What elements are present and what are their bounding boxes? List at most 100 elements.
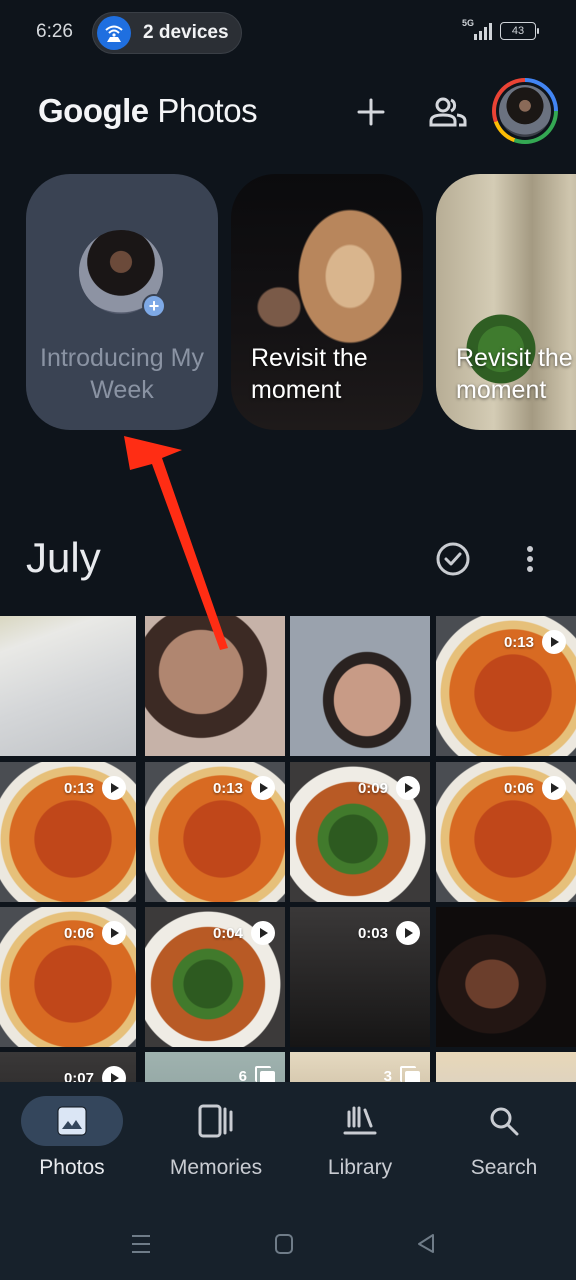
nav-search[interactable]: Search bbox=[432, 1082, 576, 1200]
sharing-button[interactable] bbox=[426, 90, 470, 134]
video-duration: 0:13 bbox=[213, 776, 275, 800]
back-icon bbox=[418, 1234, 434, 1253]
video-thumbnail[interactable]: 0:06 bbox=[436, 762, 576, 902]
video-thumbnail[interactable]: 0:04 bbox=[145, 907, 285, 1047]
play-icon bbox=[542, 776, 566, 800]
stack-count: 6 bbox=[239, 1066, 275, 1082]
play-icon bbox=[102, 776, 126, 800]
photo-stack-thumbnail[interactable]: 6 bbox=[145, 1052, 285, 1082]
story-memory[interactable]: Revisit the moment bbox=[231, 174, 423, 430]
photo-grid: 0:13 0:13 0:13 0:09 0:06 0:06 0:04 0:03 0:07 6 3 bbox=[0, 616, 576, 1082]
video-duration: 0:09 bbox=[358, 776, 420, 800]
play-icon bbox=[251, 776, 275, 800]
duration-label: 0:04 bbox=[212, 924, 243, 942]
nav-label: Photos bbox=[39, 1156, 105, 1179]
video-thumbnail[interactable]: 0:13 bbox=[436, 616, 576, 756]
duration-label: 0:06 bbox=[63, 924, 94, 942]
duration-label: 0:09 bbox=[357, 779, 388, 797]
signal-icon: 5G bbox=[462, 18, 492, 40]
video-duration: 0:13 bbox=[64, 776, 126, 800]
story-memory[interactable]: Revisit the moment bbox=[436, 174, 576, 430]
play-icon bbox=[542, 630, 566, 654]
play-icon bbox=[396, 776, 420, 800]
system-navigation-bar bbox=[0, 1200, 576, 1280]
select-button[interactable] bbox=[434, 540, 472, 578]
check-circle-icon bbox=[436, 542, 470, 576]
nav-library[interactable]: Library bbox=[288, 1082, 432, 1200]
more-vert-icon bbox=[527, 546, 533, 552]
duration-label: 0:06 bbox=[503, 779, 534, 797]
plus-badge-icon: + bbox=[142, 294, 166, 318]
duration-label: 0:07 bbox=[63, 1069, 94, 1083]
stack-count: 3 bbox=[384, 1066, 420, 1082]
nav-label: Search bbox=[470, 1156, 538, 1179]
section-date-heading: July bbox=[26, 534, 101, 581]
hotspot-chip[interactable]: 2 devices bbox=[92, 12, 242, 54]
video-duration: 0:03 bbox=[358, 921, 420, 945]
video-duration: 0:13 bbox=[504, 630, 566, 654]
plus-icon bbox=[357, 98, 385, 126]
duration-label: 0:13 bbox=[212, 779, 243, 797]
story-title: Revisit the moment bbox=[456, 344, 573, 404]
app-logo: Google Photos bbox=[38, 92, 258, 130]
home-button[interactable] bbox=[270, 1230, 298, 1258]
video-thumbnail[interactable]: 0:13 bbox=[0, 762, 136, 902]
more-options-button[interactable] bbox=[518, 540, 542, 578]
play-icon bbox=[251, 921, 275, 945]
recents-button[interactable] bbox=[127, 1230, 155, 1258]
photo-thumbnail[interactable] bbox=[290, 616, 430, 756]
nav-memories[interactable]: Memories bbox=[144, 1082, 288, 1200]
logo-photos: Photos bbox=[157, 92, 258, 129]
home-icon bbox=[275, 1234, 293, 1254]
battery-level: 43 bbox=[511, 25, 525, 37]
hotspot-label: 2 devices bbox=[143, 22, 229, 43]
video-thumbnail[interactable]: 0:13 bbox=[145, 762, 285, 902]
nav-photos[interactable]: Photos bbox=[0, 1082, 144, 1200]
add-button[interactable] bbox=[349, 90, 393, 134]
video-thumbnail[interactable]: 0:06 bbox=[0, 907, 136, 1047]
video-duration: 0:06 bbox=[64, 921, 126, 945]
bottom-navigation: Photos Memories Library Search bbox=[0, 1082, 576, 1200]
photo-thumbnail[interactable] bbox=[0, 616, 136, 756]
photo-thumbnail[interactable] bbox=[436, 907, 576, 1047]
network-type: 5G bbox=[462, 18, 475, 28]
story-my-week[interactable]: + Introducing My Week bbox=[26, 174, 218, 430]
photo-stack-thumbnail[interactable]: 3 bbox=[290, 1052, 430, 1082]
account-avatar-button[interactable] bbox=[492, 78, 558, 144]
battery-icon: 43 bbox=[500, 22, 539, 40]
photo-thumbnail[interactable] bbox=[436, 1052, 576, 1082]
status-bar: 6:26 2 devices 5G 43 bbox=[0, 0, 576, 66]
count-label: 6 bbox=[238, 1067, 247, 1083]
nav-label: Library bbox=[327, 1156, 393, 1179]
video-duration: 0:07 bbox=[64, 1066, 126, 1082]
video-thumbnail[interactable]: 0:09 bbox=[290, 762, 430, 902]
stack-icon bbox=[400, 1066, 420, 1082]
menu-icon bbox=[132, 1235, 150, 1253]
play-icon bbox=[396, 921, 420, 945]
search-icon bbox=[490, 1107, 519, 1136]
back-button[interactable] bbox=[412, 1230, 440, 1258]
duration-label: 0:13 bbox=[503, 633, 534, 651]
play-icon bbox=[102, 921, 126, 945]
count-label: 3 bbox=[383, 1067, 392, 1083]
stack-icon bbox=[255, 1066, 275, 1082]
duration-label: 0:03 bbox=[357, 924, 388, 942]
video-thumbnail[interactable]: 0:03 bbox=[290, 907, 430, 1047]
memories-icon bbox=[198, 1104, 233, 1138]
photo-thumbnail[interactable] bbox=[145, 616, 285, 756]
video-thumbnail[interactable]: 0:07 bbox=[0, 1052, 136, 1082]
photo-icon bbox=[57, 1106, 87, 1136]
hotspot-icon bbox=[97, 16, 131, 50]
play-icon bbox=[102, 1066, 126, 1082]
video-duration: 0:04 bbox=[213, 921, 275, 945]
library-icon bbox=[343, 1106, 377, 1135]
people-icon bbox=[429, 97, 467, 127]
status-indicators: 5G 43 bbox=[462, 18, 539, 40]
memories-carousel: + Introducing My Week Revisit the moment… bbox=[0, 174, 576, 430]
duration-label: 0:13 bbox=[63, 779, 94, 797]
status-time: 6:26 bbox=[36, 21, 73, 42]
logo-google: Google bbox=[38, 92, 149, 129]
nav-label: Memories bbox=[169, 1156, 263, 1179]
story-title: Introducing My Week bbox=[40, 344, 204, 404]
app-header: Google Photos bbox=[0, 70, 576, 154]
